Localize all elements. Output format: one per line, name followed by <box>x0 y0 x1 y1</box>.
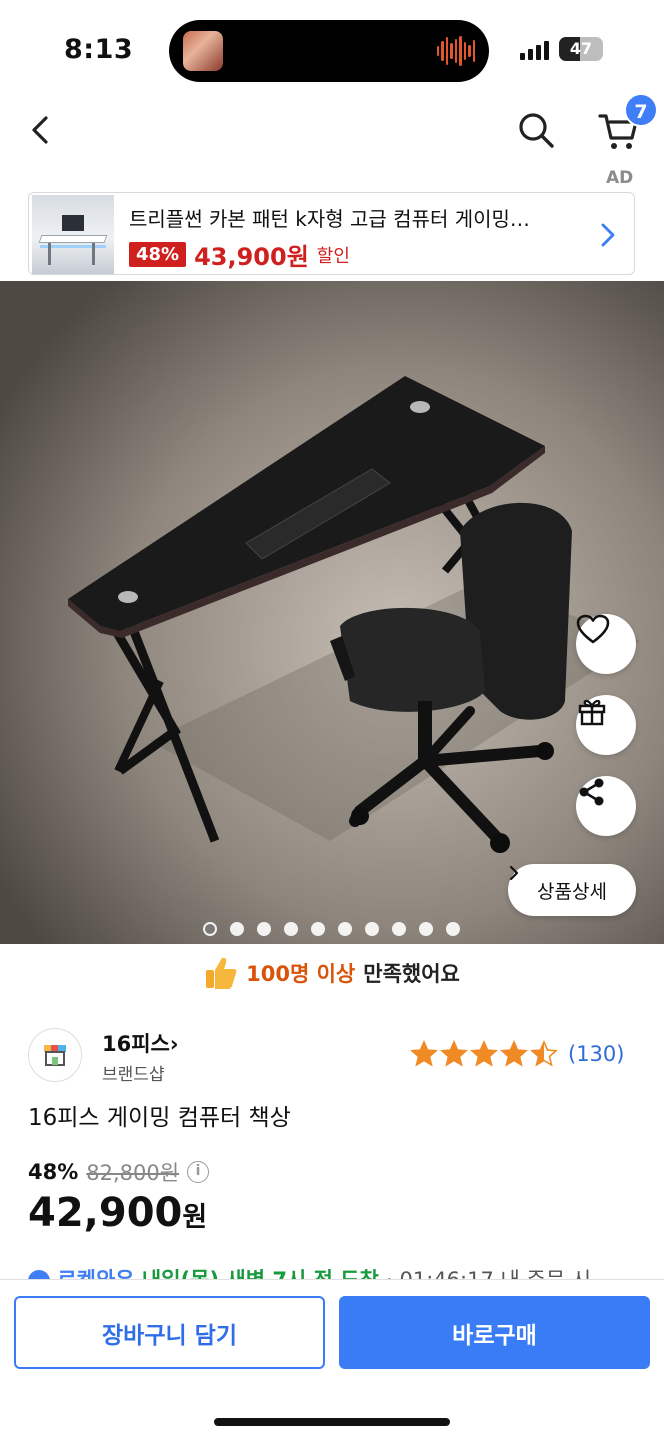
pagination-dot[interactable] <box>446 922 460 936</box>
star-icon <box>530 1040 558 1067</box>
discount-percent: 48% <box>28 1160 79 1184</box>
product-image-gallery[interactable]: 상품상세 <box>0 281 664 944</box>
cart-count-badge: 7 <box>624 93 658 127</box>
product-title: 16피스 게이밍 컴퓨터 책상 <box>28 1105 291 1131</box>
gallery-pagination <box>0 922 664 936</box>
info-icon[interactable]: i <box>187 1161 210 1183</box>
brand-logo[interactable] <box>28 1028 82 1082</box>
status-bar: 8:13 47 <box>0 0 664 100</box>
rating[interactable]: (130) <box>410 1040 624 1068</box>
pagination-dot[interactable] <box>365 922 379 936</box>
battery-percent: 47 <box>569 39 593 58</box>
home-indicator <box>214 1418 450 1426</box>
star-icon <box>440 1040 468 1067</box>
status-time: 8:13 <box>64 34 134 65</box>
wishlist-button[interactable] <box>576 614 636 674</box>
product-detail-label: 상품상세 <box>537 880 607 903</box>
top-nav <box>0 100 664 162</box>
pagination-dot[interactable] <box>392 922 406 936</box>
original-price: 82,800원 <box>86 1161 180 1185</box>
ad-sale-label: 할인 <box>316 245 350 267</box>
product-photo <box>0 281 664 944</box>
thumbs-up-icon <box>206 957 237 989</box>
buy-now-button[interactable]: 바로구매 <box>339 1296 650 1369</box>
star-rating <box>410 1040 558 1068</box>
now-playing-thumbnail <box>183 31 223 71</box>
pagination-dot[interactable] <box>338 922 352 936</box>
ad-thumbnail <box>32 195 114 274</box>
ad-price-row: 48% 43,900원 할인 <box>129 237 350 272</box>
add-to-cart-button[interactable]: 장바구니 담기 <box>14 1296 325 1369</box>
final-price: 42,900원 <box>28 1190 207 1236</box>
satisfaction-banner: 100명 이상 만족했어요 <box>0 950 664 996</box>
price-meta: 48% 82,800원 i <box>28 1157 210 1187</box>
battery-icon: 47 <box>559 37 603 61</box>
pagination-dot[interactable] <box>284 922 298 936</box>
product-detail-button[interactable]: 상품상세 <box>508 864 636 916</box>
audio-wave-icon <box>437 36 475 66</box>
pagination-dot[interactable] <box>419 922 433 936</box>
ad-discount-badge: 48% <box>129 242 187 267</box>
share-icon <box>579 778 604 806</box>
brand-name: 16피스 <box>102 1032 170 1056</box>
delivery-info: 로켓와우 내일(목) 새벽 7시 전 도착 · 01:46:17 내 주문 시 <box>28 1264 648 1280</box>
search-icon <box>519 113 554 148</box>
pagination-dot[interactable] <box>230 922 244 936</box>
star-icon <box>500 1040 528 1067</box>
chevron-right-icon: › <box>169 1032 179 1056</box>
gift-button[interactable] <box>576 695 636 755</box>
satisfaction-count: 100명 이상 <box>246 962 356 986</box>
pagination-dot[interactable] <box>311 922 325 936</box>
heart-icon <box>576 614 610 644</box>
share-button[interactable] <box>576 776 636 836</box>
review-count: (130) <box>568 1042 625 1066</box>
store-icon <box>44 1045 66 1066</box>
search-button[interactable] <box>514 108 558 152</box>
star-icon <box>470 1040 498 1067</box>
brand-type: 브랜드샵 <box>102 1065 165 1085</box>
chevron-right-icon <box>509 865 519 881</box>
dynamic-island <box>169 20 489 82</box>
chevron-left-icon <box>32 116 48 144</box>
star-icon <box>410 1040 438 1067</box>
final-price-value: 42,900 <box>28 1190 183 1236</box>
satisfaction-text: 만족했어요 <box>363 962 460 986</box>
brand-name-link[interactable]: 16피스› <box>102 1028 179 1058</box>
pagination-dot[interactable] <box>203 922 217 936</box>
ad-title: 트리플썬 카본 패턴 k자형 고급 컴퓨터 게이밍… <box>129 207 530 231</box>
ad-banner[interactable]: 트리플썬 카본 패턴 k자형 고급 컴퓨터 게이밍… 48% 43,900원 할… <box>28 192 635 275</box>
price-unit: 원 <box>182 1202 208 1233</box>
gift-icon <box>578 699 606 726</box>
chevron-right-icon <box>601 223 615 247</box>
ad-label: AD <box>606 168 634 188</box>
bottom-action-bar: 장바구니 담기 바로구매 <box>0 1279 664 1440</box>
ad-price: 43,900원 <box>194 243 309 271</box>
pagination-dot[interactable] <box>257 922 271 936</box>
signal-icon <box>520 40 549 60</box>
back-button[interactable] <box>22 108 62 152</box>
